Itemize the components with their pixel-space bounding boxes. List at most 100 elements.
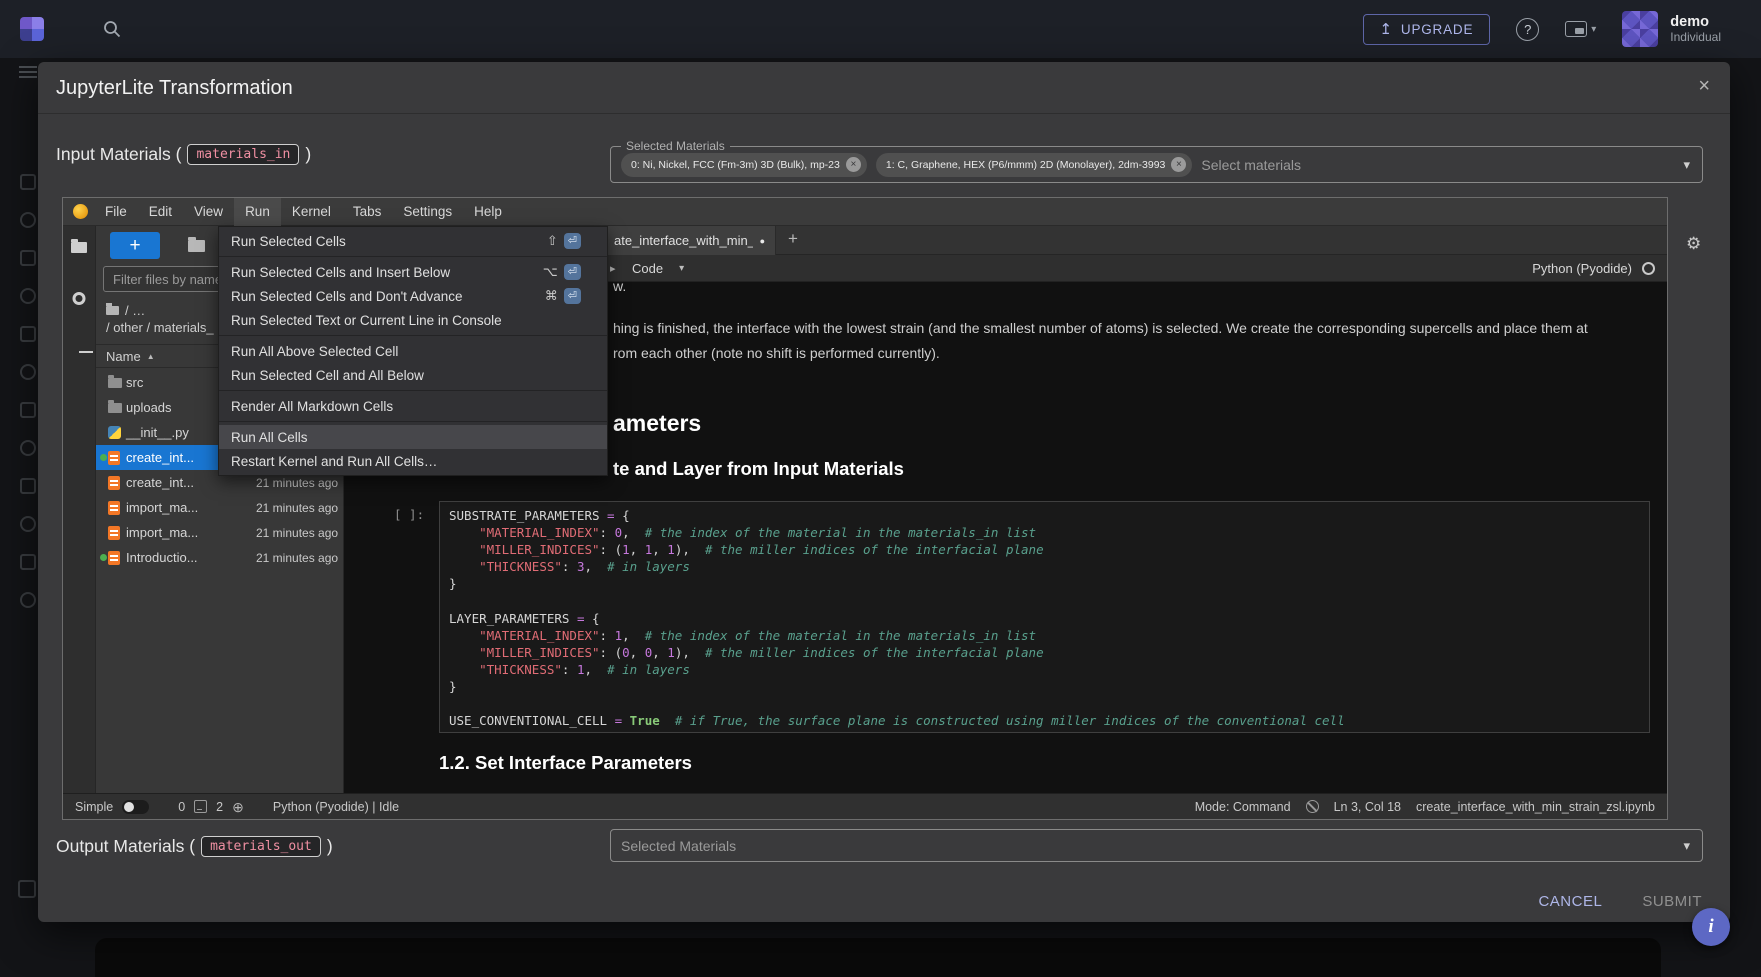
output-materials-label: Output Materials ( materials_out ) — [56, 836, 333, 857]
menu-item-run-all-cells[interactable]: Run All Cells — [219, 425, 607, 449]
search-icon[interactable] — [102, 19, 122, 39]
material-chip-label: 1: C, Graphene, HEX (P6/mmm) 2D (Monolay… — [886, 159, 1166, 171]
menu-item-label: Run Selected Cell and All Below — [231, 368, 424, 383]
section-heading: ameters — [613, 410, 701, 437]
cursor-position[interactable]: Ln 3, Col 18 — [1334, 800, 1401, 814]
file-row[interactable]: import_ma... 21 minutes ago — [96, 495, 343, 520]
breadcrumb-root: / … — [125, 303, 145, 318]
menu-item-render-markdown[interactable]: Render All Markdown Cells — [219, 394, 607, 418]
file-name: src — [126, 375, 143, 390]
output-materials-select[interactable]: Selected Materials ▾ — [610, 829, 1703, 862]
menu-view[interactable]: View — [183, 198, 234, 226]
menu-item-label: Run Selected Cells — [231, 234, 346, 249]
chevron-down-icon: ▾ — [1591, 24, 1596, 35]
menu-settings[interactable]: Settings — [392, 198, 463, 226]
menu-kernel[interactable]: Kernel — [281, 198, 342, 226]
enter-key-icon: ⏎ — [564, 233, 581, 249]
name-column-header: Name — [106, 349, 141, 364]
input-materials-label: Input Materials ( materials_in ) — [56, 144, 311, 165]
kernel-name[interactable]: Python (Pyodide) — [1532, 261, 1632, 276]
display-mode-icon[interactable]: ▾ — [1565, 21, 1596, 37]
toolbar-button-partial-icon[interactable]: ▸ — [610, 262, 616, 275]
remove-chip-icon[interactable]: × — [846, 157, 861, 172]
notifications-off-icon[interactable] — [1306, 800, 1319, 813]
file-name: import_ma... — [126, 500, 198, 515]
unsaved-dot-icon[interactable]: ● — [760, 236, 765, 246]
cell-type-dropdown[interactable]: Code ▾ — [632, 261, 684, 276]
file-name: create_int... — [126, 475, 194, 490]
menu-item-run-dont-advance[interactable]: Run Selected Cells and Don't Advance ⌘⏎ — [219, 284, 607, 308]
activity-bar — [63, 226, 96, 793]
command-mode-indicator: Mode: Command — [1195, 800, 1291, 814]
tab-title: ate_interface_with_min_ — [614, 233, 753, 248]
file-browser-icon[interactable] — [71, 242, 87, 253]
notebook-file-icon — [108, 501, 120, 515]
chevron-down-icon: ▾ — [679, 263, 684, 274]
jupyter-menubar: File Edit View Run Kernel Tabs Settings … — [63, 198, 1667, 226]
cell-prompt: [ ]: — [394, 507, 424, 522]
shift-key-icon: ⇧ — [547, 233, 558, 249]
upgrade-button[interactable]: ↥ UPGRADE — [1363, 14, 1491, 45]
output-materials-prefix: Output Materials ( — [56, 836, 195, 857]
chevron-down-icon[interactable]: ▾ — [1683, 157, 1690, 173]
new-folder-icon[interactable] — [188, 240, 205, 252]
notebook-file-icon — [108, 551, 120, 565]
menu-item-run-all-below[interactable]: Run Selected Cell and All Below — [219, 363, 607, 387]
home-folder-icon[interactable] — [106, 306, 119, 315]
menu-item-run-all-above[interactable]: Run All Above Selected Cell — [219, 339, 607, 363]
menu-item-restart-run-all[interactable]: Restart Kernel and Run All Cells… — [219, 449, 607, 473]
menu-item-label: Restart Kernel and Run All Cells… — [231, 454, 437, 469]
new-tab-button[interactable]: + — [788, 229, 798, 249]
avatar[interactable] — [1622, 11, 1658, 47]
cancel-button[interactable]: CANCEL — [1538, 893, 1602, 910]
file-modified: 21 minutes ago — [256, 476, 338, 490]
selected-materials-select[interactable]: Selected Materials 0: Ni, Nickel, FCC (F… — [610, 146, 1703, 183]
material-chip[interactable]: 1: C, Graphene, HEX (P6/mmm) 2D (Monolay… — [876, 153, 1193, 177]
markdown-fragment: w. — [613, 282, 626, 294]
user-name: demo — [1670, 14, 1721, 30]
terminal-icon — [194, 800, 207, 813]
menu-tabs[interactable]: Tabs — [342, 198, 393, 226]
file-row[interactable]: import_ma... 21 minutes ago — [96, 520, 343, 545]
code-editor[interactable]: SUBSTRATE_PARAMETERS = { "MATERIAL_INDEX… — [439, 501, 1650, 733]
chevron-down-icon[interactable]: ▾ — [1683, 838, 1690, 854]
close-icon[interactable]: × — [1698, 75, 1710, 98]
file-row[interactable]: Introductio... 21 minutes ago — [96, 545, 343, 570]
folder-icon — [108, 378, 122, 388]
breadcrumb[interactable]: / … / other / materials_ — [106, 302, 214, 336]
new-launcher-button[interactable]: + — [110, 232, 160, 259]
menu-item-run-selected-cells[interactable]: Run Selected Cells ⇧ ⏎ — [219, 229, 607, 253]
material-chip[interactable]: 0: Ni, Nickel, FCC (Fm-3m) 3D (Bulk), mp… — [621, 153, 867, 177]
folder-icon — [108, 403, 122, 413]
screen: ↥ UPGRADE ? ▾ demo Individual — [0, 0, 1761, 977]
menu-item-label: Run All Above Selected Cell — [231, 344, 398, 359]
top-app-bar: ↥ UPGRADE ? ▾ demo Individual — [0, 0, 1761, 58]
submit-button[interactable]: SUBMIT — [1642, 893, 1702, 910]
kernel-count[interactable]: 2 — [216, 800, 223, 814]
menu-help[interactable]: Help — [463, 198, 513, 226]
menu-item-run-text-in-console[interactable]: Run Selected Text or Current Line in Con… — [219, 308, 607, 332]
menu-run[interactable]: Run — [234, 198, 281, 226]
cell-type-value: Code — [632, 261, 663, 276]
simple-mode-toggle[interactable] — [122, 800, 149, 814]
info-fab-button[interactable]: i — [1692, 908, 1730, 946]
kernel-status[interactable]: Python (Pyodide) | Idle — [273, 800, 399, 814]
jupyterlab-widget: File Edit View Run Kernel Tabs Settings … — [62, 197, 1668, 820]
sort-asc-icon: ▲ — [147, 352, 155, 361]
menu-file[interactable]: File — [94, 198, 138, 226]
menu-item-label: Render All Markdown Cells — [231, 399, 393, 414]
menu-edit[interactable]: Edit — [138, 198, 183, 226]
menu-item-label: Run Selected Text or Current Line in Con… — [231, 313, 502, 328]
upload-arrow-icon: ↥ — [1380, 22, 1393, 37]
running-kernels-icon[interactable] — [73, 292, 86, 305]
monitor-icon — [1565, 21, 1587, 37]
terminal-count[interactable]: 0 — [178, 800, 185, 814]
app-logo-icon[interactable] — [20, 17, 44, 41]
subsection-heading: te and Layer from Input Materials — [613, 458, 904, 480]
python-file-icon — [108, 426, 121, 439]
menu-item-run-insert-below[interactable]: Run Selected Cells and Insert Below ⌥⏎ — [219, 260, 607, 284]
file-name: import_ma... — [126, 525, 198, 540]
remove-chip-icon[interactable]: × — [1171, 157, 1186, 172]
help-icon[interactable]: ? — [1516, 18, 1539, 41]
gear-icon[interactable]: ⚙ — [1686, 234, 1701, 254]
